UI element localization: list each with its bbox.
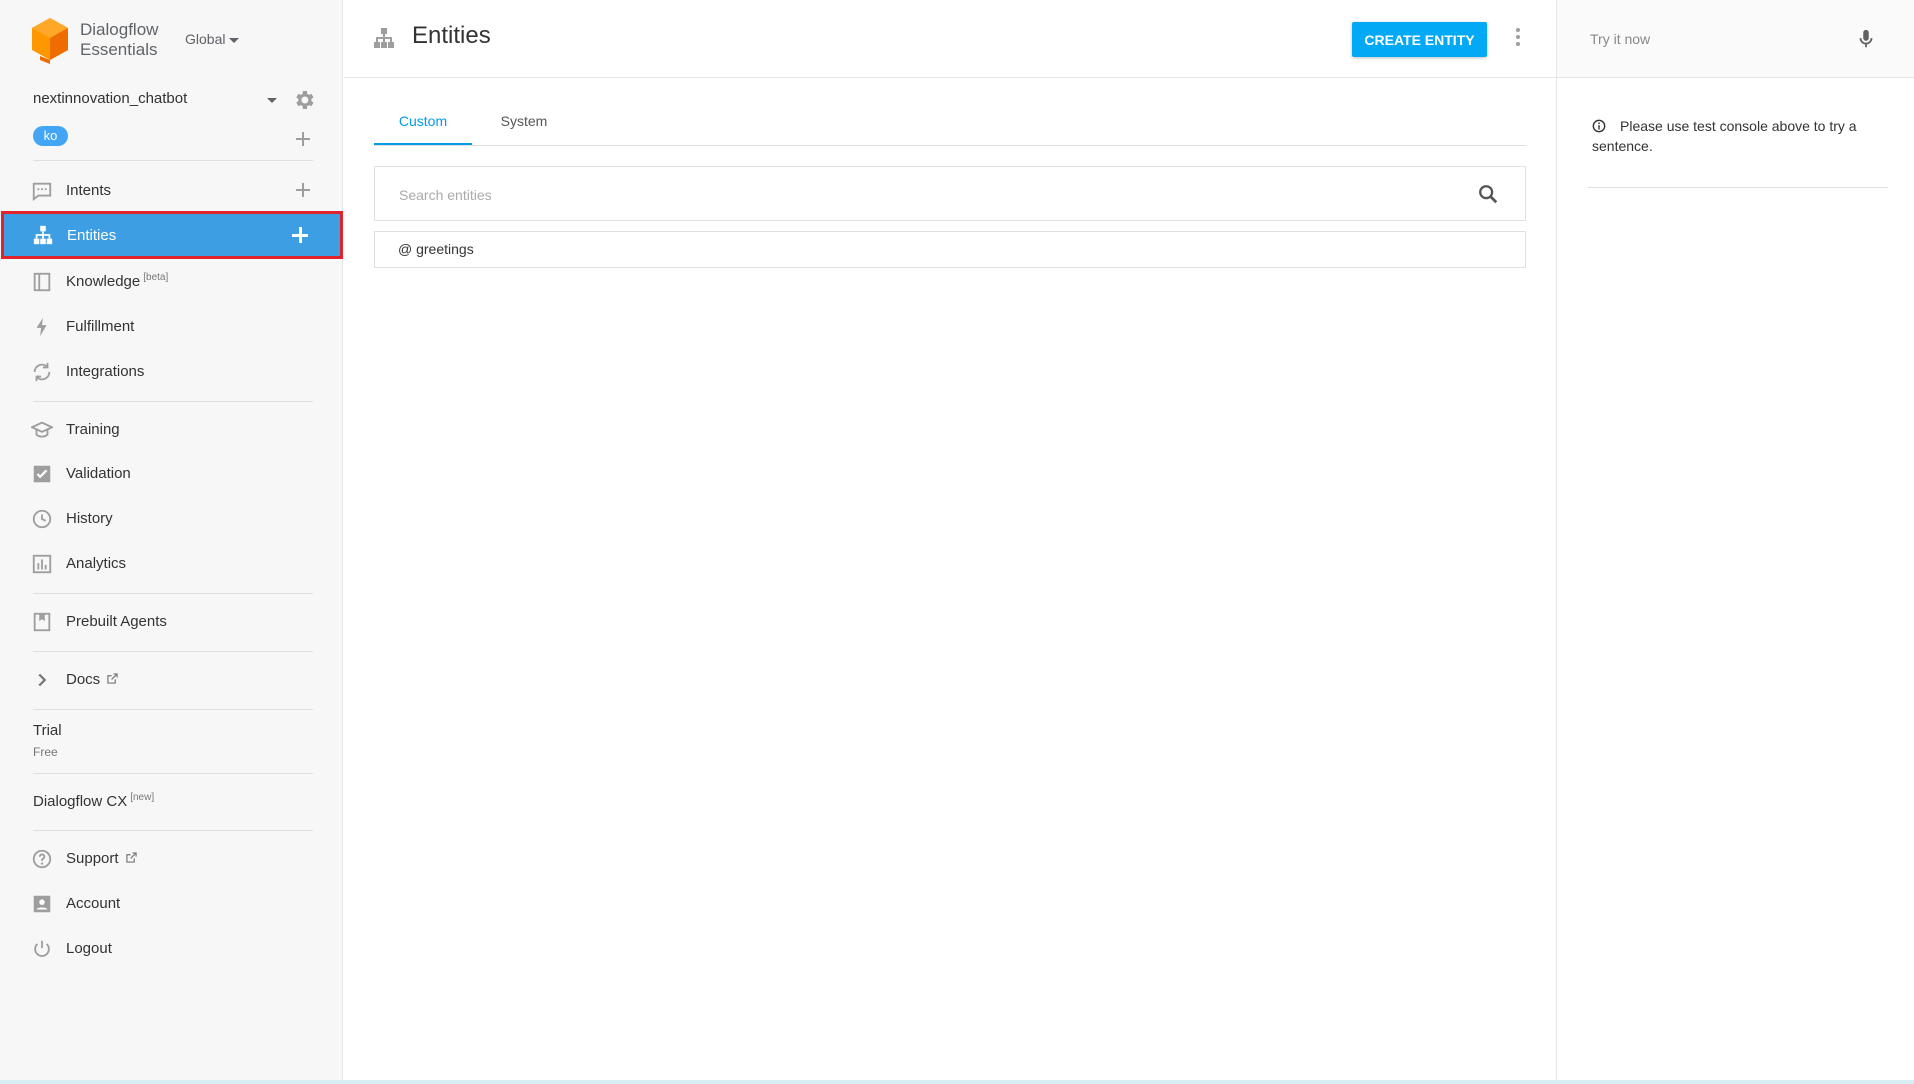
help-circle-icon (32, 849, 52, 869)
sidebar-item-label: Training (66, 420, 120, 438)
sidebar-item-label: Account (66, 894, 121, 912)
sidebar-item-history[interactable]: History (0, 500, 343, 536)
sidebar-item-label: Logout (66, 939, 112, 957)
account-box-icon (33, 895, 51, 913)
trial-plan: Free (33, 745, 58, 759)
bolt-icon (36, 317, 47, 337)
search-icon[interactable] (1477, 183, 1499, 205)
power-icon (34, 940, 50, 957)
sidebar-item-label: Prebuilt Agents (66, 612, 167, 630)
main-content: Entities CREATE ENTITY Custom System @ g… (344, 0, 1556, 1084)
sidebar-item-knowledge[interactable]: Knowledge [beta] (0, 263, 343, 299)
sidebar-item-label-wrap: Support (66, 850, 137, 867)
page-title: Entities (412, 22, 491, 49)
sidebar-item-logout[interactable]: Logout (0, 930, 343, 966)
sidebar-item-entities[interactable]: Entities (1, 211, 343, 259)
checkbox-icon (33, 465, 51, 483)
sidebar-item-support[interactable]: Support (0, 840, 343, 876)
sidebar-item-label-wrap: Knowledge [beta] (66, 272, 168, 290)
try-it-now-bar (1557, 0, 1914, 78)
divider (33, 401, 313, 402)
tab-system[interactable]: System (492, 100, 556, 145)
search-input[interactable] (397, 181, 1451, 209)
hierarchy-icon (374, 28, 394, 48)
sidebar-item-label-wrap: Docs (66, 670, 119, 688)
divider (1588, 187, 1888, 188)
sidebar-item-label: History (66, 509, 113, 527)
sync-icon (33, 362, 51, 382)
dialogflow-cx-link[interactable]: Dialogflow CX [new] (33, 792, 154, 810)
tab-custom[interactable]: Custom (374, 100, 472, 145)
graduation-cap-icon (31, 421, 53, 438)
more-vert-icon[interactable] (1514, 28, 1522, 48)
test-console: Please use test console above to try a s… (1556, 0, 1914, 1084)
divider (33, 160, 313, 161)
sidebar-item-label: Docs (66, 670, 101, 688)
cx-label: Dialogflow CX (33, 793, 128, 810)
divider (33, 709, 313, 710)
brand-line-1: Dialogflow (80, 20, 159, 39)
hierarchy-icon (33, 225, 53, 245)
clock-icon (32, 509, 52, 529)
chat-icon (32, 182, 52, 202)
sidebar-item-label: Knowledge (66, 273, 141, 290)
bottom-strip (0, 1080, 1914, 1084)
info-text: Please use test console above to try a s… (1592, 118, 1857, 154)
divider (33, 830, 313, 831)
book-icon (33, 272, 51, 292)
caret-down-icon (229, 37, 240, 43)
region-label: Global (185, 31, 226, 47)
divider (33, 773, 313, 774)
new-tag: [new] (130, 792, 155, 803)
brand-logo-link[interactable]: Dialogflow Essentials (30, 16, 158, 64)
sidebar-item-prebuilt-agents[interactable]: Prebuilt Agents (0, 603, 343, 639)
info-icon (1592, 119, 1606, 133)
sidebar-item-account[interactable]: Account (0, 885, 343, 921)
sidebar-item-integrations[interactable]: Integrations (0, 353, 343, 389)
entity-list-item[interactable]: @ greetings (374, 231, 1526, 268)
external-link-icon (107, 672, 119, 684)
page-header: Entities CREATE ENTITY (344, 0, 1556, 78)
add-language-icon[interactable] (295, 131, 311, 147)
sidebar: Dialogflow Essentials Global nextinnovat… (0, 0, 343, 1084)
sidebar-item-fulfillment[interactable]: Fulfillment (0, 308, 343, 344)
brand-line-2: Essentials (80, 40, 158, 59)
create-entity-button[interactable]: CREATE ENTITY (1352, 22, 1487, 57)
sidebar-item-intents[interactable]: Intents (0, 172, 343, 208)
add-intent-icon[interactable] (295, 182, 311, 198)
sidebar-item-label: Analytics (66, 554, 127, 572)
sidebar-item-training[interactable]: Training (0, 411, 343, 447)
info-message: Please use test console above to try a s… (1592, 116, 1892, 156)
sidebar-item-validation[interactable]: Validation (0, 455, 343, 491)
agent-selector[interactable]: nextinnovation_chatbot (33, 90, 187, 107)
external-link-icon (126, 851, 137, 863)
try-it-now-input[interactable] (1588, 26, 1842, 52)
bookmark-icon (33, 612, 51, 632)
sidebar-item-analytics[interactable]: Analytics (0, 545, 343, 581)
sidebar-item-docs[interactable]: Docs (0, 661, 343, 697)
search-bar (374, 166, 1526, 221)
sidebar-item-label: Support (66, 849, 119, 867)
microphone-icon[interactable] (1855, 27, 1877, 51)
brand-name: Dialogflow Essentials (80, 20, 158, 60)
entity-tabs: Custom System (374, 100, 1526, 146)
divider (33, 651, 313, 652)
gear-icon[interactable] (292, 88, 316, 112)
add-entity-icon[interactable] (292, 227, 308, 243)
region-dropdown[interactable]: Global (185, 31, 240, 47)
sidebar-item-label: Entities (67, 226, 117, 244)
dialogflow-logo-icon (32, 18, 68, 64)
chevron-right-icon (38, 673, 47, 687)
beta-tag: [beta] (143, 272, 169, 283)
sidebar-item-label: Fulfillment (66, 317, 135, 335)
bar-chart-icon (32, 554, 52, 574)
divider (33, 593, 313, 594)
sidebar-item-label: Integrations (66, 362, 145, 380)
agent-caret-down-icon[interactable] (267, 98, 277, 103)
trial-label: Trial (33, 722, 62, 739)
language-badge[interactable]: ko (33, 126, 68, 146)
sidebar-item-label: Validation (66, 464, 131, 482)
sidebar-item-label: Intents (66, 181, 112, 199)
